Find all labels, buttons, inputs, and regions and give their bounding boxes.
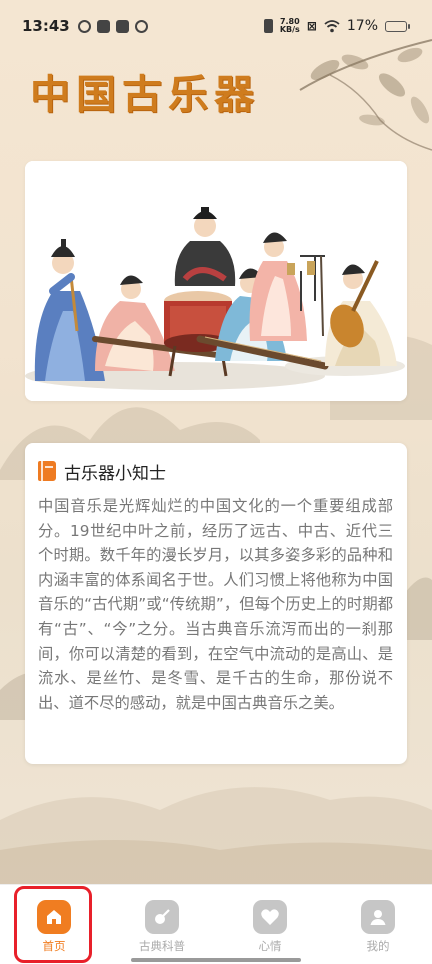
battery-percent: 17% (346, 18, 378, 34)
home-tab-highlight-box (14, 886, 92, 963)
knowledge-card-header: 古乐器小知士 (38, 459, 393, 484)
wifi-icon (324, 19, 340, 32)
notification-icons (77, 19, 148, 33)
user-icon (361, 900, 395, 934)
network-speed-unit: KB/s (279, 25, 300, 34)
tab-classical-science-label: 古典科普 (139, 939, 185, 953)
ancient-musicians-illustration (25, 161, 407, 401)
tab-classical-science[interactable]: 古典科普 (108, 885, 216, 964)
no-sim-icon: ⊠ (306, 19, 317, 33)
page-title: 中国古乐器 (30, 71, 260, 118)
message-icon (96, 19, 110, 33)
tab-mine[interactable]: 我的 (324, 885, 432, 964)
book-icon (38, 461, 56, 481)
knowledge-card-body: 中国音乐是光辉灿烂的中国文化的一个重要组成部分。19世纪中叶之前，经历了远古、中… (38, 497, 393, 712)
tab-mood[interactable]: 心情 (216, 885, 324, 964)
hero-illustration (25, 161, 407, 401)
tab-mood-label: 心情 (258, 939, 282, 953)
heart-icon (253, 900, 287, 934)
tiktok-icon (115, 19, 129, 33)
music-icon (145, 900, 179, 934)
network-speed: 7.80 KB/s (280, 18, 300, 34)
app-icon (134, 19, 148, 33)
system-icons: 7.80 KB/s ⊠ 17% (263, 18, 410, 34)
vibrate-icon (263, 19, 273, 33)
home-indicator[interactable] (131, 958, 301, 962)
battery-icon (385, 20, 410, 32)
sync-icon (77, 19, 91, 33)
status-bar: 13:43 7.80 KB/s ⊠ 17% (0, 0, 432, 52)
knowledge-card-title: 古乐器小知士 (64, 463, 166, 484)
tab-mine-label: 我的 (366, 939, 390, 953)
clock: 13:43 (22, 17, 70, 35)
knowledge-card: 古乐器小知士 中国音乐是光辉灿烂的中国文化的一个重要组成部分。19世纪中叶之前，… (25, 443, 407, 764)
